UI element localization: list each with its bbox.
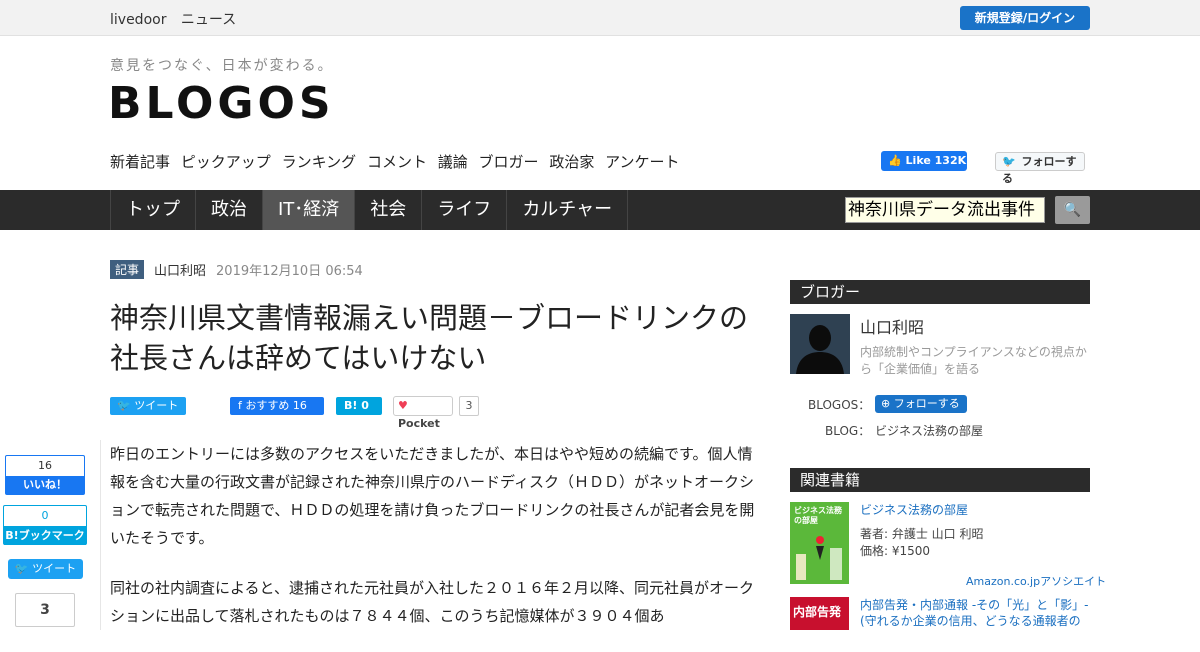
book-title-link[interactable]: 内部告発・内部通報 -その「光」と「影」- (守れるか企業の信用、どうなる通報者… [860, 597, 1090, 629]
article-title: 神奈川県文書情報漏えい問題－ブロードリンクの社長さんは辞めてはいけない [110, 301, 749, 375]
floating-hatena-bookmark[interactable]: 0 B!ブックマーク [3, 505, 87, 545]
nav-tab-life[interactable]: ライフ [421, 190, 506, 230]
subnav-item-debate[interactable]: 議論 [438, 153, 468, 171]
article-type-badge: 記事 [110, 260, 145, 279]
content-divider [100, 440, 101, 630]
thumbs-up-icon: 👍 [888, 154, 902, 167]
tweet-button[interactable]: 🐦 ツイート [110, 397, 186, 415]
pocket-button[interactable]: ♥ Pocket [393, 396, 453, 430]
twitter-bird-icon: 🐦 [1002, 155, 1016, 168]
book-cover-image[interactable]: 内部告発 [790, 597, 849, 630]
article-meta: 記事 山口利昭 2019年12月10日 06:54 [110, 260, 363, 279]
tweet-label: ツイート [134, 399, 179, 412]
nav-tab-society[interactable]: 社会 [354, 190, 421, 230]
plus-icon: ⊕ [881, 397, 891, 410]
book-cover-image[interactable]: ビジネス法務の部屋 [790, 502, 849, 584]
subnav-item-survey[interactable]: アンケート [605, 153, 679, 171]
facebook-icon: f [238, 399, 242, 412]
blogger-description: 内部統制やコンプライアンスなどの視点から「企業価値」を語る [860, 345, 1087, 376]
subnav-item-comment[interactable]: コメント [367, 153, 427, 171]
sidebar-books-heading: 関連書籍 [790, 468, 1090, 492]
follow-label: フォローする [893, 397, 960, 410]
fb-recommend-label: おすすめ 16 [245, 399, 307, 412]
pocket-count: 3 [459, 396, 479, 416]
hatena-bookmark-button[interactable]: B! 0 [336, 397, 382, 415]
twitter-bird-icon: 🐦 [14, 562, 29, 575]
nav-tab-politics[interactable]: 政治 [195, 190, 262, 230]
brand-news[interactable]: ニュース [181, 12, 236, 28]
book-cover-illustration-icon [796, 536, 842, 580]
search-icon: 🔍 [1063, 202, 1082, 218]
facebook-like-button[interactable]: 👍 Like 132K [881, 151, 967, 171]
blog-name[interactable]: ビジネス法務の部屋 [875, 422, 983, 439]
article-body: 昨日のエントリーには多数のアクセスをいただきましたが、本日はやや短めの続編です。… [110, 440, 755, 652]
article-paragraph: 同社の社内調査によると、逮捕された元社員が入社した２０１６年２月以降、同元社員が… [110, 579, 754, 625]
pocket-icon: ♥ [398, 399, 408, 412]
floating-hb-count: 0 [41, 509, 49, 522]
subnav-item-ranking[interactable]: ランキング [282, 153, 357, 171]
livedoor-brand[interactable]: livedoor ニュース [110, 9, 246, 29]
twitter-bird-icon: 🐦 [117, 399, 131, 412]
nav-tab-it-economy[interactable]: IT･経済 [262, 190, 355, 230]
book-cover-text: ビジネス法務の部屋 [794, 506, 842, 525]
article-date: 2019年12月10日 06:54 [216, 264, 363, 279]
nav-tab-top[interactable]: トップ [110, 190, 195, 230]
avatar[interactable] [790, 314, 850, 374]
search-button[interactable]: 🔍 [1055, 196, 1090, 224]
nav-tab-culture[interactable]: カルチャー [506, 190, 629, 230]
subnav-item-politician[interactable]: 政治家 [549, 153, 594, 171]
person-silhouette-icon [790, 314, 850, 374]
floating-fb-like[interactable]: 16 いいね！ [5, 455, 85, 495]
floating-fb-count: 16 [38, 459, 52, 472]
search-input[interactable]: 神奈川県データ流出事件 [845, 197, 1045, 223]
twitter-follow-button[interactable]: 🐦 フォローする [995, 152, 1085, 185]
floating-hb-label: B!ブックマーク [4, 526, 86, 545]
brand-livedoor[interactable]: livedoor [110, 12, 166, 28]
book-price: 価格: ¥1500 [860, 544, 931, 558]
login-button[interactable]: 新規登録/ログイン [960, 6, 1090, 30]
site-logo[interactable]: BLOGOS [108, 78, 335, 129]
blogos-label: BLOGOS： [808, 398, 871, 412]
amazon-associate-link[interactable]: Amazon.co.jpアソシエイト [966, 573, 1106, 589]
book-cover-text: 内部告発 [793, 605, 842, 619]
floating-tweet-label: ツイート [32, 562, 77, 575]
blogger-name[interactable]: 山口利昭 [860, 314, 924, 338]
subnav-item-blogger[interactable]: ブロガー [479, 153, 539, 171]
subnav-item-new[interactable]: 新着記事 [110, 153, 170, 171]
fb-like-label: Like 132K [905, 154, 967, 167]
book-author: 著者: 弁護士 山口 利昭 [860, 527, 984, 541]
blog-label: BLOG： [825, 424, 871, 438]
site-tagline: 意見をつなぐ、日本が変わる。 [110, 58, 334, 74]
article-paragraph: 昨日のエントリーには多数のアクセスをいただきましたが、本日はやや短めの続編です。… [110, 445, 755, 547]
blogos-follow-button[interactable]: ⊕ フォローする [875, 395, 967, 413]
sidebar-blogger-heading: ブロガー [790, 280, 1090, 304]
facebook-recommend-button[interactable]: f おすすめ 16 [230, 397, 324, 415]
book-title-link[interactable]: ビジネス法務の部屋 [860, 502, 1090, 518]
sub-nav: 新着記事 ピックアップ ランキング コメント 議論 ブロガー 政治家 アンケート [110, 151, 686, 172]
subnav-item-pickup[interactable]: ピックアップ [181, 153, 271, 171]
article-author[interactable]: 山口利昭 [154, 260, 206, 279]
floating-pocket-count[interactable]: 3 [15, 593, 75, 627]
floating-tweet-button[interactable]: 🐦 ツイート [8, 559, 83, 579]
top-bar: livedoor ニュース 新規登録/ログイン [0, 0, 1200, 36]
pocket-label: Pocket [398, 417, 440, 430]
floating-fb-label: いいね！ [6, 476, 84, 494]
